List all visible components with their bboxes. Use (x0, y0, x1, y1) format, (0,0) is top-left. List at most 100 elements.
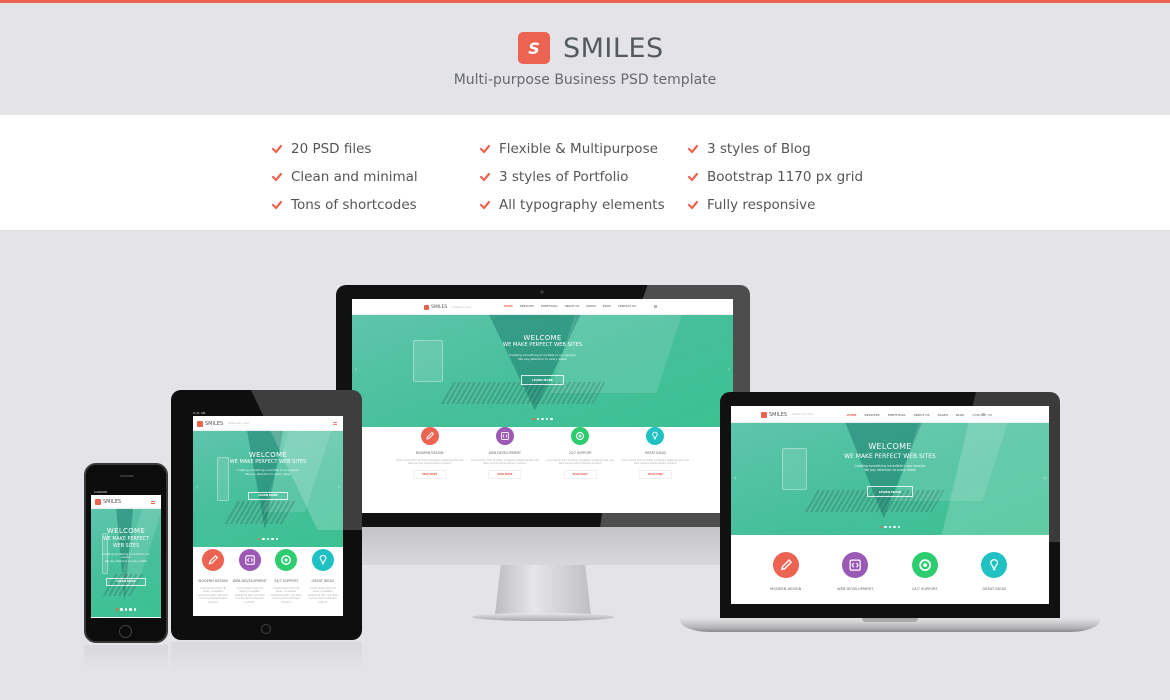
mini-logo-icon (761, 411, 767, 418)
hero-text: WELCOME WE MAKE PERFECT WEB SITES Creating… (91, 527, 161, 587)
mini-nav-item[interactable]: BLOG (603, 305, 611, 308)
tablet-reflection (171, 642, 362, 672)
mini-brand-tagline: simple and clean (792, 413, 814, 416)
slider-dots (91, 608, 161, 611)
read-more-button[interactable]: READ MORE (488, 470, 522, 479)
status-time: 9:41 AM (193, 411, 206, 415)
monitor-chin (362, 527, 720, 565)
chevron-left-icon[interactable]: ‹ (196, 485, 198, 491)
mini-navbar: SMILES simple and clean HOME SERVICES PORTFO… (352, 299, 733, 315)
logo-letter: S (528, 38, 540, 58)
chevron-left-icon[interactable]: ‹ (734, 475, 736, 482)
service-description: Lorem ipsum dolor sit amet, consetetur s… (198, 586, 229, 604)
status-carrier: CARRIER (94, 490, 108, 494)
tablet: 9:41 AM SMILES simple and clean WELCOME WE … (171, 390, 362, 640)
hero-slider: WELCOME WE MAKE PERFECT WEB SITES Creating… (91, 509, 161, 617)
mini-logo[interactable]: SMILES simple and clean (424, 304, 472, 310)
laptop: SMILES simple and clean HOME SERVICES PORTFO… (720, 392, 1060, 620)
mini-nav-item[interactable]: PORTFOLIO (541, 305, 558, 308)
hero-subtitle: WE MAKE PERFECT WEB SITES (502, 342, 583, 349)
check-icon (272, 144, 282, 154)
service-item: 24/7 SUPPORT Lorem ipsum dolor sit amet, … (269, 549, 304, 604)
slider-dot[interactable] (275, 537, 279, 541)
search-icon[interactable] (653, 305, 657, 308)
learn-more-button[interactable]: LEARN MORE (521, 375, 564, 386)
service-item: WEB DEVELOPMENT Lorem ipsum dolor sit ame… (469, 427, 541, 479)
slider-dot[interactable] (536, 417, 540, 421)
home-button (261, 624, 271, 634)
chevron-left-icon[interactable]: ‹ (355, 367, 357, 373)
slider-dot[interactable] (545, 417, 549, 421)
desktop-website-preview: SMILES simple and clean HOME SERVICES PORTFO… (352, 299, 733, 513)
slider-dot[interactable] (120, 608, 123, 611)
services-row: MODERN DESIGN Lorem ipsum dolor sit amet,… (352, 427, 733, 479)
feature-label: 3 styles of Portfolio (499, 169, 629, 185)
hero-text-line: We pay attention to every detail (518, 357, 567, 362)
slider-dot[interactable] (262, 537, 265, 541)
mini-brand: SMILES (205, 420, 224, 427)
hero-title: WELCOME (523, 334, 562, 343)
service-title: MODERN DESIGN (198, 578, 228, 583)
mini-nav-item[interactable]: HOME (847, 413, 856, 417)
mini-nav-item[interactable]: ABOUT US (564, 305, 579, 308)
check-icon (688, 172, 698, 182)
service-title: 24/7 SUPPORT (568, 451, 592, 456)
phone-reflection (84, 645, 168, 670)
mini-nav-item[interactable]: HOME (504, 305, 513, 308)
feature-label: Flexible & Multipurpose (499, 141, 658, 157)
slider-dot[interactable] (133, 608, 137, 611)
mini-logo[interactable]: SMILES simple and clean (761, 411, 814, 418)
slider-dot[interactable] (550, 417, 553, 421)
chevron-right-icon[interactable]: › (728, 367, 730, 373)
lifebuoy-icon (911, 552, 938, 578)
learn-more-button[interactable]: LEARN MORE (867, 486, 913, 497)
slider-dot[interactable] (884, 525, 887, 529)
service-item: 24/7 SUPPORT (892, 552, 958, 592)
mini-nav-item[interactable]: CONTACT US (618, 305, 636, 308)
slider-dot[interactable] (129, 608, 132, 611)
hero-button-wrap: LEARN MORE (352, 366, 733, 386)
service-title: MODERN DESIGN (770, 587, 802, 592)
mini-navbar: SMILES (91, 495, 161, 509)
read-more-button[interactable]: READ MORE (638, 470, 672, 479)
hamburger-icon[interactable] (151, 500, 155, 504)
brand[interactable]: S SMILES (518, 32, 664, 64)
mini-nav-item[interactable]: SERVICES (520, 305, 534, 308)
slider-dot[interactable] (541, 417, 544, 421)
mini-logo[interactable]: SMILES (95, 499, 121, 505)
slider-dot[interactable] (532, 417, 535, 421)
slider-dot[interactable] (879, 525, 883, 529)
learn-more-button[interactable]: LEARN MORE (106, 577, 146, 587)
slider-dot[interactable] (271, 537, 274, 541)
slider-dot[interactable] (888, 525, 892, 529)
mini-nav-item[interactable]: PAGES (586, 305, 595, 308)
service-description: Lorem ipsum dolor sit amet, consetetur s… (307, 586, 338, 604)
slider-dot[interactable] (124, 608, 128, 611)
read-more-button[interactable]: READ MORE (563, 470, 597, 479)
mini-nav-item[interactable]: BLOG (956, 413, 965, 417)
check-icon (272, 172, 282, 182)
pencil-icon (772, 552, 799, 578)
slider-dot[interactable] (893, 525, 896, 529)
feature-item: Tons of shortcodes (272, 191, 418, 219)
feature-item: 3 styles of Portfolio (480, 163, 665, 191)
mini-nav-item[interactable]: PORTFOLIO (888, 413, 906, 417)
slider-dot[interactable] (115, 608, 119, 611)
slider-dot[interactable] (257, 537, 261, 541)
mini-brand-tagline: simple and clean (452, 305, 472, 309)
service-item: 24/7 SUPPORT Lorem ipsum dolor sit amet, … (544, 427, 616, 479)
mini-nav-item[interactable]: PAGES (938, 413, 948, 417)
mini-logo[interactable]: SMILES simple and clean (197, 420, 249, 427)
slider-dot[interactable] (897, 525, 901, 529)
hero-title: WELCOME (106, 527, 146, 536)
code-icon (495, 427, 514, 445)
mini-nav-item[interactable]: ABOUT US (914, 413, 930, 417)
mini-brand: SMILES (431, 304, 448, 310)
read-more-button[interactable]: READ MORE (413, 470, 447, 479)
mini-nav-item[interactable]: SERVICES (864, 413, 879, 417)
mini-nav-links: HOME SERVICES PORTFOLIO ABOUT US PAGES BLOG CO… (504, 305, 643, 308)
status-bar: 9:41 AM (193, 411, 205, 415)
slider-dot[interactable] (266, 537, 270, 541)
learn-more-button[interactable]: LEARN MORE (248, 491, 288, 501)
service-title: WEB DEVELOPMENT (837, 587, 874, 592)
